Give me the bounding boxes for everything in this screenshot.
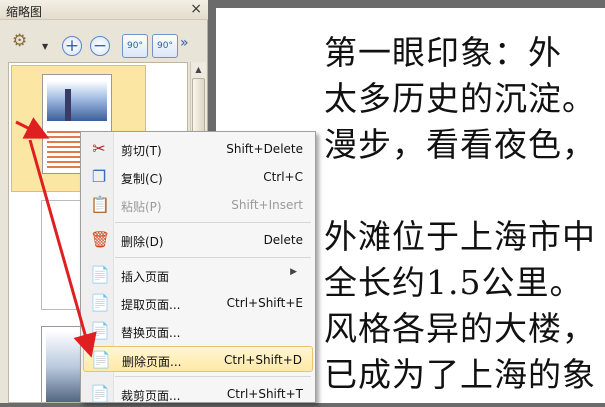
- panel-header: 缩略图 ×: [0, 0, 208, 20]
- chevron-right-icon: ▶: [290, 267, 297, 277]
- crop-page-icon: 📄: [90, 384, 110, 403]
- doc-text-line: 外滩位于上海市中: [324, 217, 596, 256]
- menu-separator: [115, 376, 311, 377]
- menu-item-delete-page[interactable]: 📄 删除页面... Ctrl+Shift+D: [83, 346, 313, 372]
- menu-item-label: 剪切(T): [121, 144, 162, 158]
- menu-item-shortcut: Ctrl+Shift+E: [226, 296, 303, 310]
- menu-item-shortcut: Ctrl+Shift+T: [226, 387, 303, 401]
- scissors-icon: ✂: [92, 139, 106, 158]
- doc-text-line: 全长约1.5公里。: [324, 263, 584, 302]
- close-icon[interactable]: ×: [190, 1, 202, 17]
- menu-item-crop-page[interactable]: 📄 裁剪页面... Ctrl+Shift+T: [83, 381, 313, 407]
- menu-item-extract-page[interactable]: 📄 提取页面... Ctrl+Shift+E: [83, 290, 313, 316]
- menu-item-label: 复制(C): [121, 172, 163, 186]
- menu-item-replace-page[interactable]: 📄 替换页面...: [83, 318, 313, 344]
- menu-item-shortcut: Delete: [263, 233, 303, 247]
- delete-page-icon: 📄: [91, 350, 111, 369]
- menu-separator: [115, 257, 311, 258]
- menu-item-insert-page[interactable]: 📄 插入页面 ▶: [83, 262, 313, 288]
- extract-page-icon: 📄: [90, 293, 110, 312]
- doc-text-line: 风格各异的大楼，: [324, 309, 596, 348]
- menu-separator: [115, 222, 311, 223]
- panel-title: 缩略图: [6, 5, 43, 19]
- menu-item-label: 插入页面: [121, 270, 170, 284]
- doc-text-line: 太多历史的沉淀。: [324, 79, 596, 118]
- doc-text-line: 漫步，看看夜色，: [324, 125, 596, 164]
- zoom-in-button[interactable]: +: [62, 36, 82, 56]
- menu-item-delete[interactable]: 🗑 删除(D) Delete: [83, 227, 313, 253]
- rotate-left-button[interactable]: 90°: [122, 34, 148, 58]
- rotate-right-button[interactable]: 90°: [152, 34, 178, 58]
- insert-page-icon: 📄: [90, 265, 110, 284]
- menu-item-label: 删除(D): [121, 235, 164, 249]
- menu-item-shortcut: Ctrl+Shift+D: [224, 353, 302, 367]
- menu-item-label: 裁剪页面...: [121, 389, 181, 403]
- menu-item-label: 删除页面...: [122, 355, 182, 369]
- more-tools-icon[interactable]: »: [180, 35, 189, 51]
- scroll-up-icon[interactable]: ▲: [192, 63, 205, 76]
- thumbnail-toolbar: ⚙ ▼ + − 90° 90° »: [0, 20, 208, 62]
- menu-item-label: 粘贴(P): [121, 200, 162, 214]
- zoom-out-button[interactable]: −: [90, 36, 110, 56]
- paste-icon: 📋: [90, 195, 110, 214]
- menu-item-shortcut: Ctrl+C: [263, 170, 303, 184]
- chevron-down-icon[interactable]: ▼: [42, 42, 48, 51]
- copy-icon: ❐: [91, 167, 107, 186]
- replace-page-icon: 📄: [90, 321, 110, 340]
- menu-item-paste[interactable]: 📋 粘贴(P) Shift+Insert: [83, 192, 313, 218]
- menu-item-label: 替换页面...: [121, 326, 181, 340]
- gear-icon[interactable]: ⚙: [12, 31, 27, 51]
- context-menu: ✂ 剪切(T) Shift+Delete ❐ 复制(C) Ctrl+C 📋 粘贴…: [80, 131, 316, 403]
- menu-item-copy[interactable]: ❐ 复制(C) Ctrl+C: [83, 164, 313, 190]
- menu-item-shortcut: Shift+Insert: [231, 198, 303, 212]
- menu-item-label: 提取页面...: [121, 298, 181, 312]
- menu-item-cut[interactable]: ✂ 剪切(T) Shift+Delete: [83, 136, 313, 162]
- doc-text-line: 已成为了上海的象: [324, 355, 596, 394]
- doc-text-line: 第一眼印象：外: [324, 33, 562, 72]
- menu-item-shortcut: Shift+Delete: [226, 142, 303, 156]
- trash-icon: 🗑: [90, 230, 111, 249]
